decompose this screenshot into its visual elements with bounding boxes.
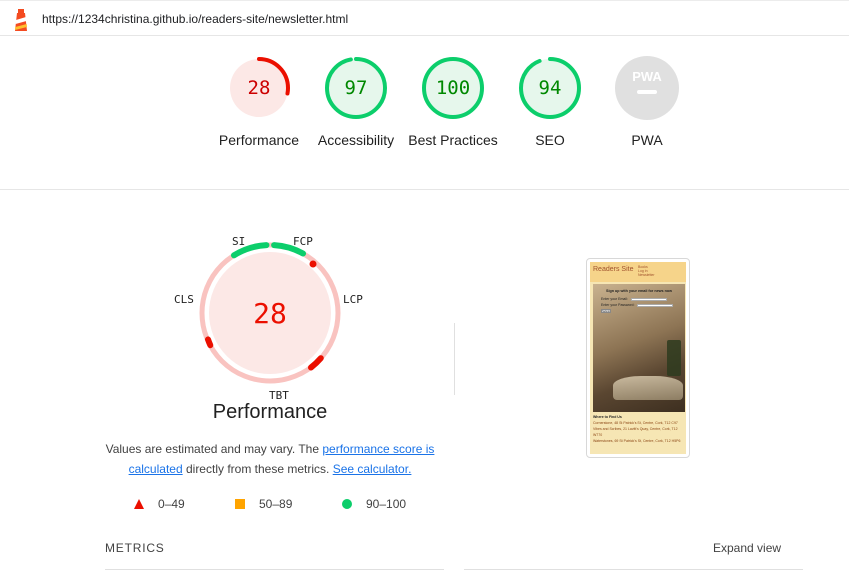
report-topbar: https://1234christina.github.io/readers-… — [0, 0, 849, 36]
seo-score: 94 — [538, 77, 562, 99]
performance-metrics-gauge: 28 — [199, 242, 341, 384]
thumbnail-cup-shape — [667, 340, 681, 376]
square-icon — [235, 499, 245, 509]
description-middle: directly from these metrics. — [182, 462, 333, 476]
final-screenshot-thumbnail[interactable]: Readers Site Books Log in Newsletter Sig… — [586, 258, 690, 458]
performance-score: 28 — [247, 77, 271, 99]
metric-label-cls: CLS — [174, 293, 194, 306]
metrics-heading: METRICS — [105, 541, 165, 555]
metric-label-fcp: FCP — [293, 235, 313, 248]
expand-view-toggle[interactable]: Expand view — [713, 541, 781, 555]
gauge-best-practices[interactable]: 100 Best Practices — [403, 56, 503, 150]
thumbnail-header: Readers Site Books Log in Newsletter — [590, 262, 686, 282]
performance-description: Values are estimated and may vary. The p… — [104, 439, 436, 479]
metric-label-si: SI — [232, 235, 246, 248]
cls-arc — [205, 336, 214, 349]
performance-big-gauge: 28 SI FCP LCP TBT CLS — [170, 231, 370, 406]
see-calculator-link[interactable]: See calculator. — [333, 462, 412, 476]
legend-average: 50–89 — [235, 497, 292, 511]
performance-title: Performance — [212, 401, 328, 423]
performance-big-score: 28 — [253, 297, 287, 330]
best-practices-label: Best Practices — [408, 132, 498, 148]
gauge-pwa[interactable]: PWA PWA — [597, 56, 697, 150]
thumbnail-page: Readers Site Books Log in Newsletter Sig… — [590, 262, 686, 454]
lighthouse-icon — [15, 9, 27, 31]
thumbnail-hero-image: Sign up with your email for news now Ent… — [593, 284, 685, 412]
thumbnail-book-shape — [613, 376, 683, 400]
thumbnail-nav: Books Log in Newsletter — [638, 265, 655, 277]
thumbnail-nav-item: Newsletter — [638, 273, 655, 277]
thumbnail-footer-line: Vibes and Scribes, 21 Lavitt's Quay, Cen… — [593, 427, 678, 437]
metric-label-lcp: LCP — [343, 293, 363, 306]
performance-section: 28 SI FCP LCP TBT CLS Performance Values… — [0, 191, 849, 573]
thumbnail-email-label: Enter your Email: — [601, 297, 628, 301]
metrics-divider-left — [105, 569, 444, 570]
legend-average-range: 50–89 — [259, 497, 293, 511]
gauge-accessibility[interactable]: 97 Accessibility — [306, 56, 406, 150]
circle-icon — [342, 499, 352, 509]
lcp-marker — [309, 260, 317, 268]
accessibility-label: Accessibility — [317, 132, 395, 148]
gauge-seo[interactable]: 94 SEO — [500, 56, 600, 150]
accessibility-score: 97 — [344, 77, 368, 99]
legend-pass-range: 90–100 — [366, 497, 407, 511]
category-gauges: 28 Performance 97 Accessibility 100 Best… — [0, 36, 849, 190]
gauge-performance[interactable]: 28 Performance — [209, 56, 309, 150]
performance-label: Performance — [218, 132, 300, 148]
section-divider — [454, 323, 455, 395]
thumbnail-form-heading: Sign up with your email for news now — [606, 289, 672, 293]
legend-fail: 0–49 — [134, 497, 185, 511]
triangle-icon — [134, 499, 144, 509]
pwa-icon: PWA — [615, 56, 679, 120]
legend-pass: 90–100 — [342, 497, 406, 511]
thumbnail-password-label: Enter your Password: — [601, 303, 635, 307]
thumbnail-footer: Where to Find Us Cornerstone, 48 St Patr… — [593, 414, 685, 444]
seo-label: SEO — [535, 132, 565, 148]
metrics-divider-right — [464, 569, 803, 570]
pwa-icon-text: PWA — [632, 69, 662, 84]
thumbnail-signup-form: Sign up with your email for news now Ent… — [593, 289, 685, 313]
legend-fail-range: 0–49 — [158, 497, 185, 511]
best-practices-score: 100 — [435, 77, 471, 99]
thumbnail-site-title: Readers Site — [593, 266, 634, 273]
tbt-arc — [308, 355, 324, 371]
thumbnail-submit-button: Submit — [601, 309, 611, 313]
thumbnail-password-field — [637, 303, 674, 307]
pwa-label: PWA — [631, 132, 663, 148]
thumbnail-footer-line: Waterstones, 69 St Patrick's St, Centre,… — [593, 439, 681, 443]
thumbnail-email-field — [630, 297, 667, 301]
description-prefix: Values are estimated and may vary. The — [105, 442, 323, 456]
report-url[interactable]: https://1234christina.github.io/readers-… — [42, 12, 348, 26]
